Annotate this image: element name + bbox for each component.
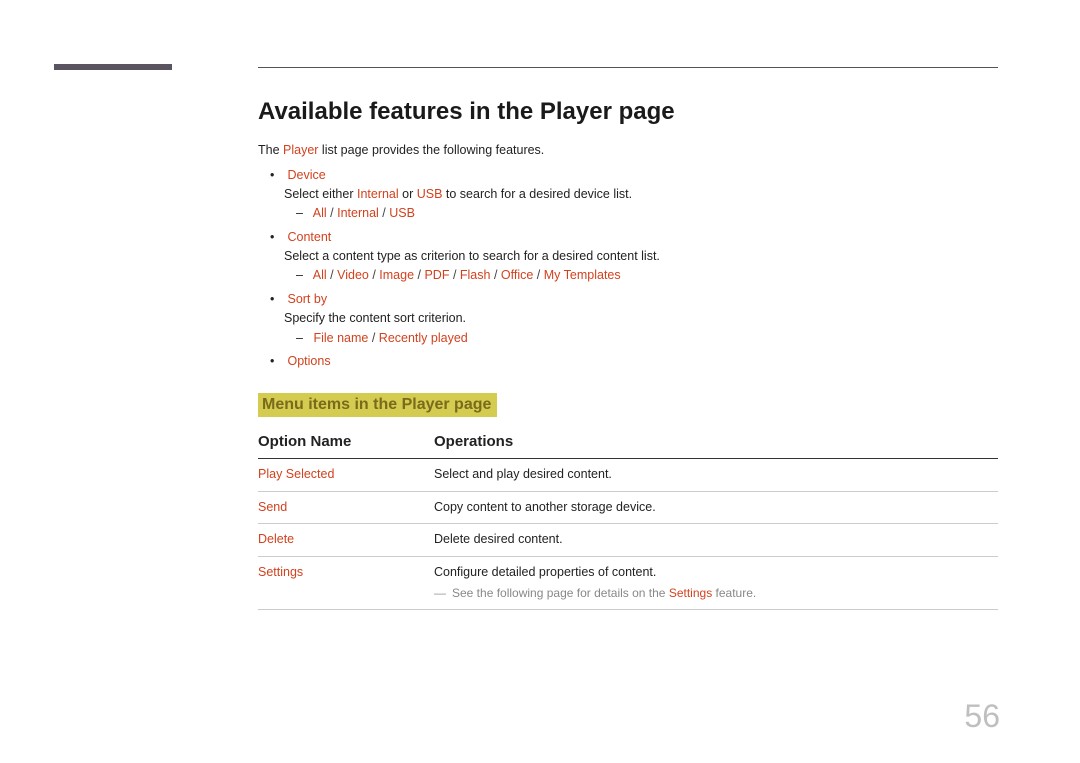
row-op: Select and play desired content. xyxy=(434,466,998,484)
feature-options-label: Options xyxy=(287,354,330,368)
feature-device-label: Device xyxy=(287,168,325,182)
intro-text: The Player list page provides the follow… xyxy=(258,142,998,160)
note-dash-icon: ― xyxy=(434,586,446,600)
row-name: Play Selected xyxy=(258,466,434,484)
page-number: 56 xyxy=(964,698,1000,735)
row-op: Copy content to another storage device. xyxy=(434,499,998,517)
table-row: Delete Delete desired content. xyxy=(258,524,998,557)
features-list: Device Select either Internal or USB to … xyxy=(270,166,998,372)
row-op: Delete desired content. xyxy=(434,531,998,549)
row-name: Settings xyxy=(258,564,434,602)
feature-content: Content Select a content type as criteri… xyxy=(270,228,998,286)
feature-sortby-desc: Specify the content sort criterion. xyxy=(284,309,998,328)
device-options: All / Internal / USB xyxy=(296,204,998,223)
row-name: Send xyxy=(258,499,434,517)
table-head: Option Name Operations xyxy=(258,433,998,459)
menu-table: Option Name Operations Play Selected Sel… xyxy=(258,433,998,610)
feature-device-desc: Select either Internal or USB to search … xyxy=(284,185,998,204)
feature-content-label: Content xyxy=(287,230,331,244)
top-rule xyxy=(258,67,998,68)
section-subtitle: Menu items in the Player page xyxy=(258,393,497,417)
feature-device: Device Select either Internal or USB to … xyxy=(270,166,998,224)
sortby-options: File name / Recently played xyxy=(296,329,998,348)
feature-sortby-label: Sort by xyxy=(287,292,327,306)
settings-note: ―See the following page for details on t… xyxy=(434,585,998,602)
table-row: Play Selected Select and play desired co… xyxy=(258,459,998,492)
feature-sortby: Sort by Specify the content sort criteri… xyxy=(270,290,998,348)
intro-post: list page provides the following feature… xyxy=(318,143,544,157)
decor-bar xyxy=(54,64,172,70)
page-title: Available features in the Player page xyxy=(258,98,998,126)
table-row: Send Copy content to another storage dev… xyxy=(258,492,998,525)
table-row: Settings Configure detailed properties o… xyxy=(258,557,998,610)
th-option-name: Option Name xyxy=(258,433,434,450)
intro-pre: The xyxy=(258,143,283,157)
feature-content-desc: Select a content type as criterion to se… xyxy=(284,247,998,266)
th-operations: Operations xyxy=(434,433,513,450)
row-name: Delete xyxy=(258,531,434,549)
main-content: Available features in the Player page Th… xyxy=(258,98,998,610)
feature-options: Options xyxy=(270,352,998,371)
content-options: All / Video / Image / PDF / Flash / Offi… xyxy=(296,266,998,285)
intro-keyword: Player xyxy=(283,143,318,157)
row-op: Configure detailed properties of content… xyxy=(434,564,998,602)
